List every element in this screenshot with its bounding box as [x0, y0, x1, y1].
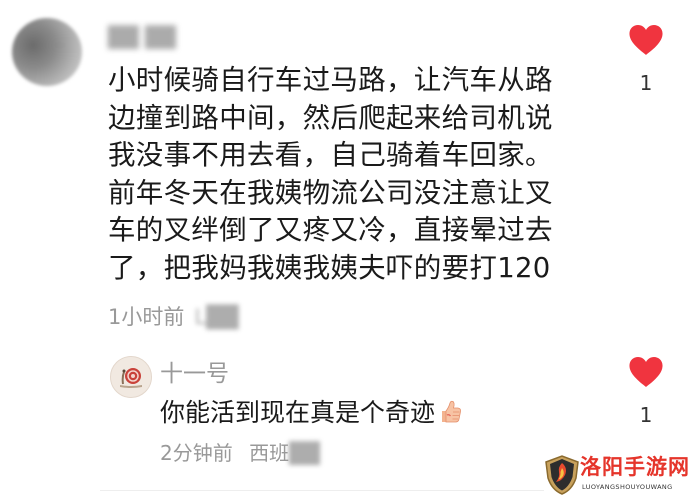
comment-line: 了，把我妈我姨我姨夫吓的要打120 [108, 251, 551, 284]
thumbs-up-icon [442, 400, 461, 423]
watermark-subtitle: LUOYANGSHOUYOUWANG [582, 483, 673, 491]
comment-meta: 1小时前 L██ [108, 304, 238, 330]
avatar[interactable] [12, 18, 82, 86]
reply-username[interactable]: 十一号 [160, 360, 229, 388]
reply-location: 西班 [249, 441, 290, 465]
comment-line: 小时候骑自行车过马路，让汽车从路 [108, 64, 553, 96]
watermark-title: 洛阳手游网 [580, 455, 690, 479]
reply-text: 你能活到现在真是个奇迹 [160, 398, 436, 427]
comment-username[interactable]: ██ ██ [108, 26, 176, 48]
comment-line: 车的叉绊倒了又疼又冷，直接晕过去 [108, 214, 553, 246]
reply-like-button[interactable]: 1 [626, 356, 666, 426]
reply-meta: 2分钟前 西班██ [160, 440, 320, 466]
comment-timestamp: 1小时前 [108, 305, 185, 329]
reply-text-row: 你能活到现在真是个奇迹 [160, 397, 463, 429]
reply-location-blur: ██ [289, 441, 320, 465]
snail-avatar-icon [111, 357, 151, 397]
watermark: 洛阳手游网 LUOYANGSHOUYOUWANG [542, 454, 690, 496]
comment-text: 小时候骑自行车过马路，让汽车从路 边撞到路中间，然后爬起来给司机说 我没事不用去… [108, 62, 598, 287]
reply-like-count: 1 [639, 403, 653, 427]
divider [100, 490, 544, 491]
comment-line: 边撞到路中间，然后爬起来给司机说 [108, 101, 553, 134]
heart-icon[interactable] [628, 356, 664, 388]
comment-location: L██ [194, 305, 239, 329]
reply-avatar[interactable] [110, 356, 152, 398]
comment-line: 前年冬天在我姨物流公司没注意让叉 [108, 176, 553, 209]
like-count: 1 [639, 71, 653, 95]
comment-line: 我没事不用去看，自己骑着车回家。 [108, 139, 553, 171]
like-button[interactable]: 1 [626, 24, 666, 94]
heart-icon[interactable] [628, 24, 664, 56]
watermark-logo-icon [545, 455, 579, 495]
reply-timestamp: 2分钟前 [160, 441, 233, 465]
